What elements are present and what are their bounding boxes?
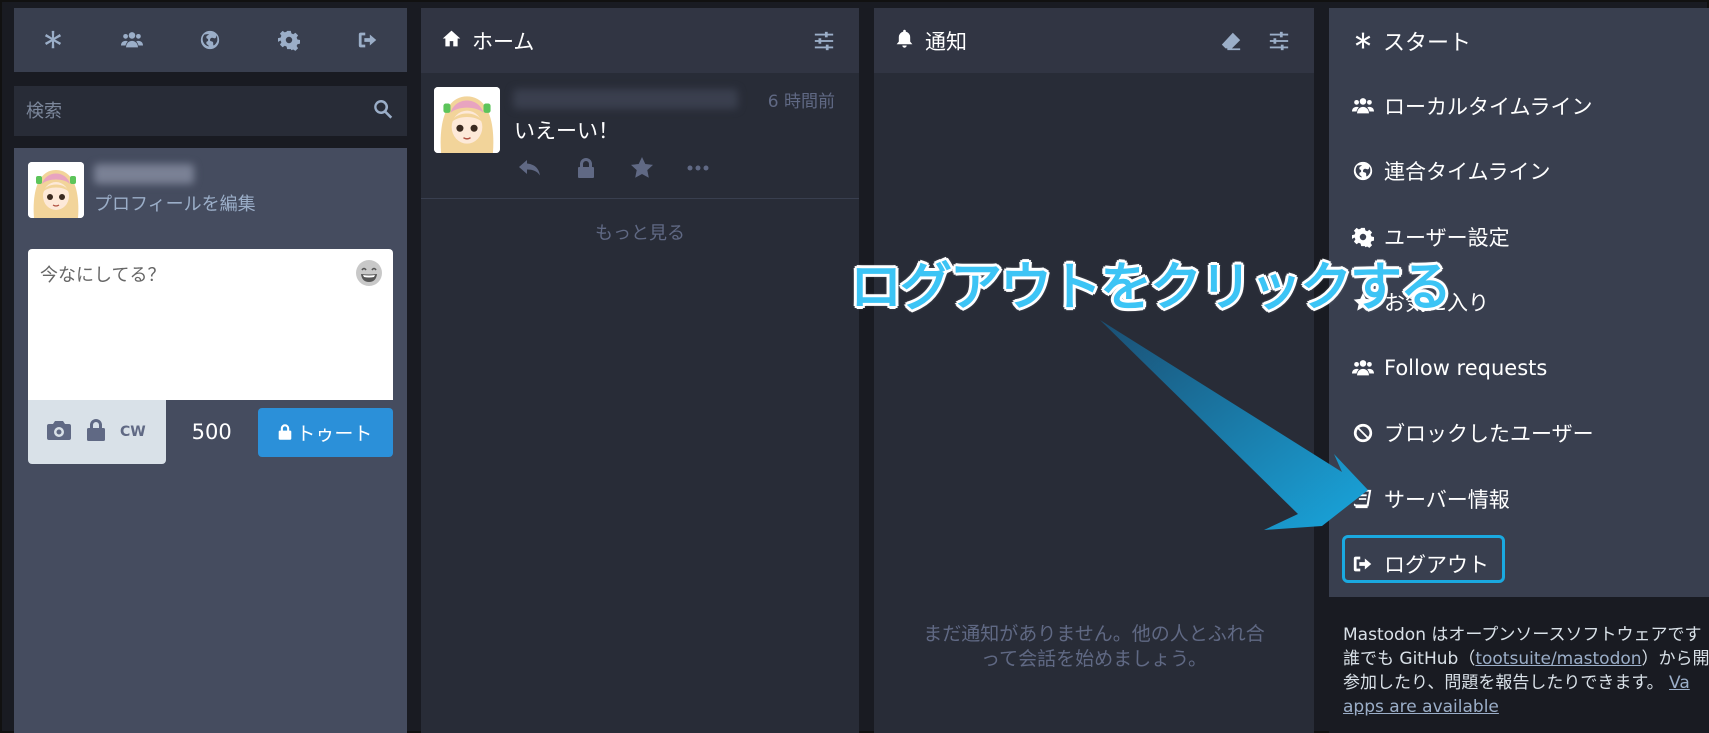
menu-item-local-timeline[interactable]: ローカルタイムライン [1329, 73, 1709, 139]
logout-tab[interactable] [344, 16, 392, 64]
github-link[interactable]: tootsuite/mastodon [1475, 649, 1641, 669]
clear-notifications-button[interactable] [1216, 26, 1246, 56]
getting-started-header: スタート [1329, 8, 1709, 73]
about-line: 参加したり、問題を報告したりできます。 Va [1343, 671, 1697, 695]
compose-tools: CW [28, 400, 166, 464]
status-author-redacted [513, 89, 738, 109]
column-title: 通知 [925, 29, 967, 54]
apps-link[interactable]: Va [1669, 673, 1690, 693]
getting-started-tab[interactable] [29, 16, 77, 64]
column-settings-button[interactable] [1264, 26, 1294, 56]
app-frame: プロフィールを編集 [0, 0, 1709, 733]
display-name-redacted [94, 164, 194, 184]
about-line: 誰でも GitHub（tootsuite/mastodon）から開発 [1343, 647, 1709, 671]
toot-button-label: トゥート [296, 422, 373, 445]
sliders-icon [814, 31, 834, 50]
users-icon [1352, 359, 1374, 376]
status-action-bar [517, 155, 711, 185]
home-column: ホーム 6 時間前 いえーい！ もっと見る [421, 8, 859, 733]
getting-started-column: スタート ローカルタイムライン 連合タイムライン ユーザー設定 お気に入り Fo… [1329, 8, 1709, 733]
column-settings-button[interactable] [809, 26, 839, 56]
gear-icon [278, 30, 301, 51]
navigation-account: プロフィールを編集 [28, 162, 393, 222]
menu-item-logout[interactable]: ログアウト [1329, 532, 1709, 598]
about-line: apps are available [1343, 695, 1697, 719]
toot-button[interactable]: トゥート [257, 407, 393, 457]
globe-icon [1353, 162, 1373, 181]
empty-message-line: って会話を始めましょう。 [981, 647, 1207, 670]
asterisk-icon [45, 30, 62, 49]
about-text-fragment: 誰でも GitHub（ [1343, 649, 1476, 669]
status-content: いえーい！ [514, 119, 619, 143]
status-avatar[interactable] [434, 87, 500, 153]
federated-timeline-tab[interactable] [186, 16, 234, 64]
users-icon [1352, 97, 1374, 114]
column-title: スタート [1383, 30, 1472, 56]
menu-item-federated-timeline[interactable]: 連合タイムライン [1329, 139, 1709, 205]
menu-item-about[interactable]: サーバー情報 [1329, 466, 1709, 532]
empty-message-line: まだ通知がありません。他の人とふれ合 [923, 623, 1265, 645]
apps-link[interactable]: apps are available [1343, 697, 1499, 717]
menu-item-blocked-users[interactable]: ブロックしたユーザー [1329, 401, 1709, 467]
about-text-fragment: ）から開発 [1641, 649, 1709, 669]
search-bar [14, 86, 407, 136]
status-item[interactable]: 6 時間前 いえーい！ [421, 73, 859, 199]
star-icon[interactable] [629, 155, 655, 185]
getting-started-menu: ローカルタイムライン 連合タイムライン ユーザー設定 お気に入り Follow … [1329, 73, 1709, 597]
eraser-icon [1221, 32, 1241, 50]
avatar[interactable] [28, 162, 84, 218]
notifications-column: 通知 まだ通知がありません。他の人とふれ合 って会話を始めましょう。 [874, 8, 1314, 733]
home-icon [441, 28, 462, 54]
home-column-header[interactable]: ホーム [421, 8, 859, 73]
search-icon[interactable] [371, 97, 395, 125]
sliders-icon [1269, 31, 1289, 50]
empty-notifications-message: まだ通知がありません。他の人とふれ合 って会話を始めましょう。 [874, 622, 1314, 671]
emoji-picker-icon[interactable] [355, 259, 383, 287]
drawer: プロフィールを編集 [14, 8, 407, 733]
search-input[interactable] [26, 100, 371, 122]
edit-profile-link[interactable]: プロフィールを編集 [94, 190, 256, 216]
globe-icon [201, 30, 220, 50]
notifications-column-header[interactable]: 通知 [874, 8, 1314, 73]
menu-item-label: 連合タイムライン [1384, 160, 1551, 185]
about-text: Mastodon はオープンソースソフトウェアです 誰でも GitHub（too… [1329, 597, 1709, 733]
bell-icon [894, 28, 915, 54]
menu-item-label: サーバー情報 [1384, 487, 1510, 512]
logout-highlight-box [1342, 534, 1505, 583]
compose-textarea-wrapper [28, 249, 393, 400]
more-icon[interactable] [685, 155, 711, 185]
local-timeline-tab[interactable] [108, 16, 156, 64]
character-counter: 500 [191, 420, 232, 444]
preferences-tab[interactable] [265, 16, 313, 64]
column-title: ホーム [472, 29, 535, 54]
camera-icon[interactable] [46, 417, 72, 447]
compose-textarea[interactable] [28, 249, 393, 400]
ban-icon [1353, 424, 1373, 443]
menu-item-follow-requests[interactable]: Follow requests [1329, 335, 1709, 401]
annotation-callout: ログアウトをクリックする [850, 258, 1452, 318]
avatar-image [434, 87, 500, 153]
menu-item-label: ブロックしたユーザー [1384, 422, 1594, 447]
content-warning-button[interactable]: CW [120, 424, 146, 440]
menu-item-label: ローカルタイムライン [1384, 94, 1593, 119]
users-icon [120, 32, 143, 48]
reply-icon[interactable] [517, 155, 543, 185]
about-line: Mastodon はオープンソースソフトウェアです [1343, 625, 1702, 645]
account-meta: プロフィールを編集 [94, 162, 256, 216]
lock-icon[interactable] [86, 419, 106, 445]
load-more-button[interactable]: もっと見る [421, 219, 859, 245]
avatar-image [28, 162, 84, 218]
compose-form: プロフィールを編集 今なにしてる？ CW 500 トゥート [14, 148, 407, 733]
status-timestamp[interactable]: 6 時間前 [768, 87, 835, 112]
lock-icon[interactable] [573, 155, 599, 185]
sign-out-icon [358, 32, 376, 48]
about-text-fragment: 参加したり、問題を報告したりできます。 [1343, 673, 1664, 693]
compose-bottom-bar: CW 500 トゥート [28, 400, 393, 464]
menu-item-label: Follow requests [1384, 355, 1548, 380]
book-icon [1353, 489, 1372, 508]
lock-icon [279, 424, 292, 440]
drawer-tabs [14, 8, 407, 72]
asterisk-icon [1355, 32, 1371, 48]
